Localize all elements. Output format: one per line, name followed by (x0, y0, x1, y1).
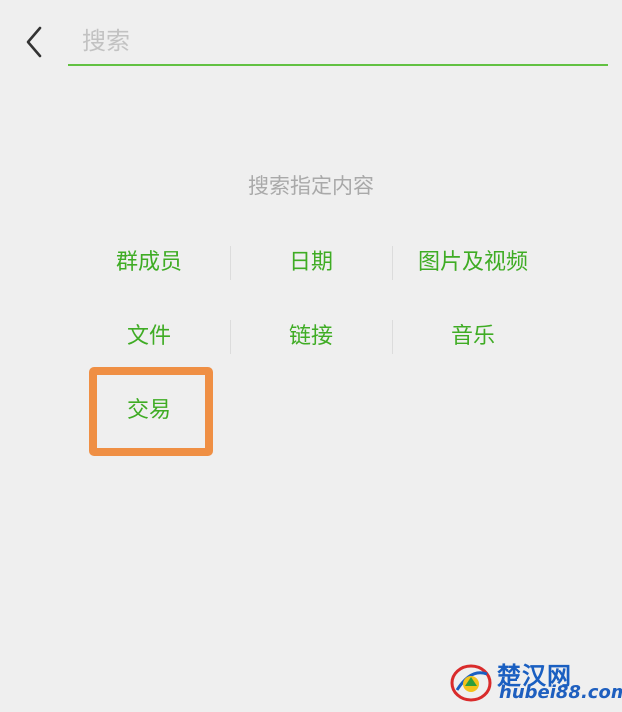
category-files[interactable]: 文件 (68, 314, 230, 360)
watermark-logo-icon (450, 664, 492, 702)
search-input[interactable] (68, 18, 608, 64)
search-screen: 搜索指定内容 群成员 日期 图片及视频 文件 链接 音乐 交易 楚汉网 hube… (0, 0, 622, 712)
back-button[interactable] (18, 22, 52, 62)
category-links[interactable]: 链接 (230, 314, 392, 360)
search-field (68, 18, 608, 66)
chevron-left-icon (26, 26, 42, 58)
category-members[interactable]: 群成员 (68, 240, 230, 286)
category-media[interactable]: 图片及视频 (392, 240, 554, 286)
watermark: 楚汉网 hubei88.com (449, 656, 622, 706)
highlight-box (89, 367, 213, 456)
section-title: 搜索指定内容 (248, 174, 374, 198)
watermark-url: hubei88.com (499, 682, 622, 703)
category-music[interactable]: 音乐 (392, 314, 554, 360)
category-date[interactable]: 日期 (230, 240, 392, 286)
